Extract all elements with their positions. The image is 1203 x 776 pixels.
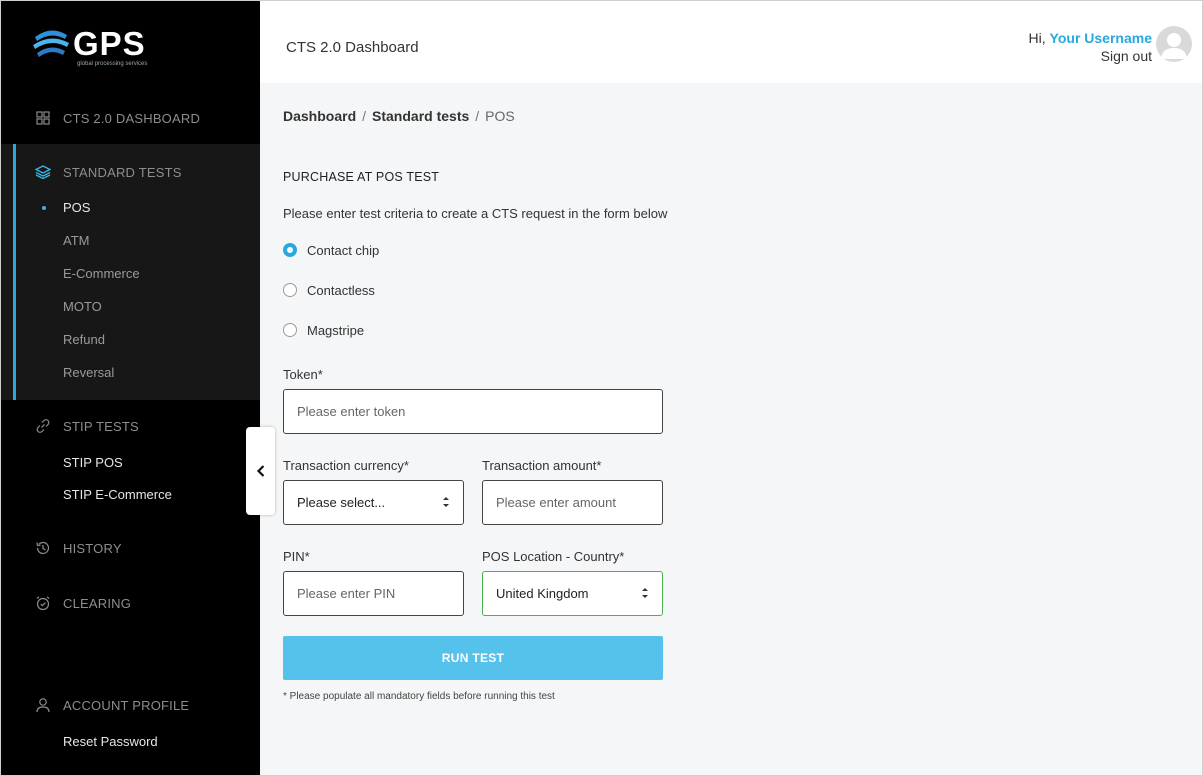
country-select[interactable]: United Kingdom xyxy=(482,571,663,616)
currency-label: Transaction currency* xyxy=(283,458,409,473)
sidebar-item-standard-tests[interactable]: STANDARD TESTS xyxy=(35,161,182,183)
sidebar-item-reversal[interactable]: Reversal xyxy=(63,365,114,380)
sidebar-item-account-profile[interactable]: ACCOUNT PROFILE xyxy=(35,694,189,716)
country-value: United Kingdom xyxy=(496,586,589,601)
avatar[interactable] xyxy=(1156,26,1192,62)
main-content: Dashboard / Standard tests / POS PURCHASE AT… xyxy=(260,83,1202,775)
username-link[interactable]: Your Username xyxy=(1050,30,1152,46)
gps-logo[interactable]: GPS global processing services xyxy=(31,23,181,75)
sign-out-link[interactable]: Sign out xyxy=(1029,47,1152,65)
layers-icon xyxy=(35,164,51,180)
user-greeting: Hi, Your Username xyxy=(1028,30,1152,46)
sidebar-item-dashboard[interactable]: CTS 2.0 DASHBOARD xyxy=(35,107,200,129)
app-window: GPS global processing services CTS 2.0 D… xyxy=(0,0,1203,776)
sidebar-item-reset-password[interactable]: Reset Password xyxy=(63,734,158,749)
token-label: Token* xyxy=(283,367,323,382)
breadcrumb: Dashboard / Standard tests / POS xyxy=(283,108,515,124)
breadcrumb-current: POS xyxy=(485,108,515,124)
sidebar-item-label: HISTORY xyxy=(63,540,122,556)
breadcrumb-separator: / xyxy=(362,108,367,124)
pin-input[interactable]: Please enter PIN xyxy=(283,571,464,616)
logo-subtitle: global processing services xyxy=(77,61,148,67)
history-icon xyxy=(35,540,51,556)
sidebar-item-refund[interactable]: Refund xyxy=(63,332,105,347)
globe-logo-icon xyxy=(33,30,69,57)
currency-select[interactable]: Please select... xyxy=(283,480,464,525)
radio-label: Contactless xyxy=(307,282,375,298)
sidebar-item-stip-tests[interactable]: STIP TESTS xyxy=(35,415,139,437)
sidebar: GPS global processing services CTS 2.0 D… xyxy=(1,1,260,775)
select-arrows-icon xyxy=(642,588,648,598)
sidebar-item-stip-ecommerce[interactable]: STIP E-Commerce xyxy=(63,487,172,502)
radio-magstripe[interactable]: Magstripe xyxy=(283,320,364,340)
collapse-sidebar-button[interactable] xyxy=(246,427,275,515)
sidebar-item-ecommerce[interactable]: E-Commerce xyxy=(63,266,140,281)
page-title: CTS 2.0 Dashboard xyxy=(286,39,419,56)
amount-label: Transaction amount* xyxy=(482,458,602,473)
sidebar-item-moto[interactable]: MOTO xyxy=(63,299,102,314)
select-arrows-icon xyxy=(443,497,449,507)
top-bar: CTS 2.0 Dashboard Hi, Your Username Sign… xyxy=(260,1,1202,83)
form-instruction: Please enter test criteria to create a C… xyxy=(283,206,668,221)
sidebar-item-label: ACCOUNT PROFILE xyxy=(63,697,190,713)
run-test-button[interactable]: RUN TEST xyxy=(283,636,663,680)
sidebar-item-label: CLEARING xyxy=(63,595,132,611)
breadcrumb-dashboard[interactable]: Dashboard xyxy=(283,108,356,124)
sidebar-item-pos[interactable]: POS xyxy=(63,200,90,215)
breadcrumb-separator: / xyxy=(475,108,480,124)
user-avatar-icon xyxy=(1161,33,1187,59)
mandatory-fields-note: * Please populate all mandatory fields b… xyxy=(283,691,555,702)
pin-label: PIN* xyxy=(283,549,310,564)
radio-label: Contact chip xyxy=(307,242,380,258)
radio-selected-icon[interactable] xyxy=(283,243,297,257)
amount-input[interactable]: Please enter amount xyxy=(482,480,663,525)
radio-unselected-icon[interactable] xyxy=(283,323,297,337)
grid-icon xyxy=(35,110,51,126)
sidebar-item-label: STANDARD TESTS xyxy=(63,164,182,180)
radio-contactless[interactable]: Contactless xyxy=(283,280,375,300)
sidebar-item-label: STIP TESTS xyxy=(63,418,139,434)
user-menu: Hi, Your Username Sign out xyxy=(1029,29,1152,65)
sidebar-item-history[interactable]: HISTORY xyxy=(35,537,122,559)
radio-contact-chip[interactable]: Contact chip xyxy=(283,240,379,260)
radio-label: Magstripe xyxy=(307,322,365,338)
chevron-left-icon xyxy=(256,465,264,477)
token-input[interactable]: Please enter token xyxy=(283,389,663,434)
radio-unselected-icon[interactable] xyxy=(283,283,297,297)
sidebar-item-clearing[interactable]: CLEARING xyxy=(35,592,131,614)
form-title: PURCHASE AT POS TEST xyxy=(283,170,440,184)
user-icon xyxy=(35,697,51,713)
logo-text: GPS xyxy=(73,25,146,62)
alarm-clock-icon xyxy=(35,595,51,611)
link-icon xyxy=(35,418,51,434)
sidebar-item-label: CTS 2.0 DASHBOARD xyxy=(63,110,201,126)
country-label: POS Location - Country* xyxy=(482,549,625,564)
currency-value: Please select... xyxy=(297,495,386,510)
active-indicator xyxy=(13,144,16,400)
active-bullet xyxy=(42,206,46,210)
sidebar-item-stip-pos[interactable]: STIP POS xyxy=(63,455,123,470)
breadcrumb-standard-tests[interactable]: Standard tests xyxy=(372,108,469,124)
sidebar-item-atm[interactable]: ATM xyxy=(63,233,89,248)
